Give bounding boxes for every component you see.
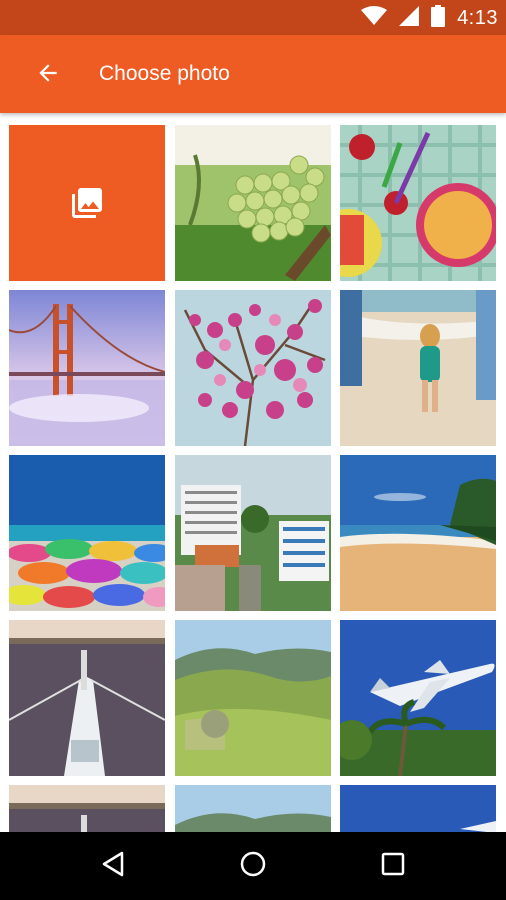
photo-grid[interactable] — [0, 113, 506, 832]
nav-home-button[interactable] — [233, 846, 273, 886]
page-title: Choose photo — [99, 62, 230, 85]
boat-bow-photo — [9, 620, 165, 776]
back-button[interactable] — [28, 55, 68, 95]
pink-blossoms-photo — [175, 290, 331, 446]
photo-thumbnail[interactable] — [175, 785, 331, 832]
nav-recents-button[interactable] — [373, 846, 413, 886]
wifi-icon — [361, 5, 388, 31]
app-toolbar: Choose photo — [0, 35, 506, 113]
photo-thumbnail[interactable] — [340, 455, 496, 611]
town-buildings-photo — [175, 455, 331, 611]
recents-square-icon — [381, 852, 405, 881]
photo-thumbnail[interactable] — [175, 290, 331, 446]
photo-thumbnail[interactable] — [340, 785, 496, 832]
golden-gate-bridge-photo — [9, 290, 165, 446]
photo-thumbnail[interactable] — [9, 290, 165, 446]
fruit-picnic-photo — [340, 125, 496, 281]
battery-icon — [431, 4, 446, 32]
photo-thumbnail[interactable] — [9, 620, 165, 776]
status-bar: 4:13 — [0, 0, 506, 35]
beach-umbrellas-photo — [9, 455, 165, 611]
back-triangle-icon — [100, 851, 126, 882]
airplane-palms-photo — [340, 620, 496, 776]
photo-thumbnail[interactable] — [340, 125, 496, 281]
cell-signal-icon — [399, 5, 420, 31]
photo-thumbnail[interactable] — [175, 620, 331, 776]
open-gallery-tile[interactable] — [9, 125, 165, 281]
green-hills-photo — [175, 785, 331, 832]
sandy-beach-photo — [340, 455, 496, 611]
photo-thumbnail[interactable] — [340, 620, 496, 776]
nav-back-button[interactable] — [93, 846, 133, 886]
home-circle-icon — [239, 850, 267, 883]
photo-library-icon — [69, 185, 105, 221]
system-nav-bar — [0, 832, 506, 900]
airplane-palms-photo — [340, 785, 496, 832]
status-icons: 4:13 — [361, 4, 498, 32]
status-time: 4:13 — [457, 6, 498, 29]
beach-family-photo — [340, 290, 496, 446]
boat-bow-photo — [9, 785, 165, 832]
photo-thumbnail[interactable] — [9, 785, 165, 832]
photo-thumbnail[interactable] — [9, 455, 165, 611]
photo-thumbnail[interactable] — [175, 455, 331, 611]
photo-thumbnail[interactable] — [175, 125, 331, 281]
grapes-photo — [175, 125, 331, 281]
photo-thumbnail[interactable] — [340, 290, 496, 446]
green-hills-photo — [175, 620, 331, 776]
arrow-back-icon — [35, 60, 61, 91]
